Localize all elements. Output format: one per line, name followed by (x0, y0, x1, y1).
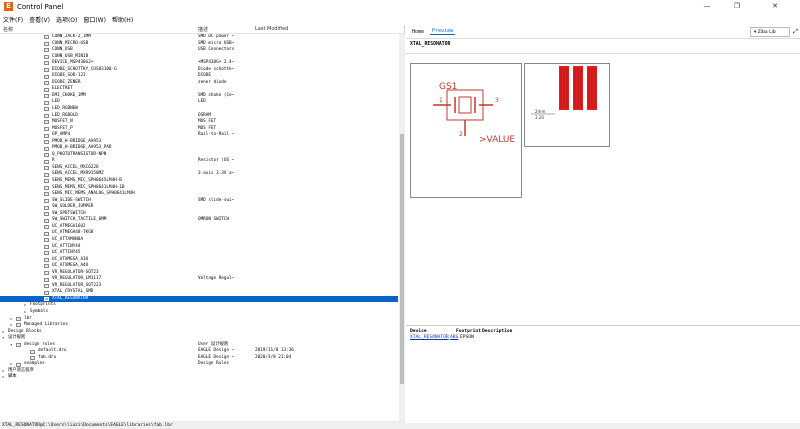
device-icon (44, 264, 49, 269)
device-icon (44, 257, 49, 262)
device-icon (44, 61, 49, 66)
device-icon (44, 126, 49, 131)
eagle-logo-icon: E (4, 2, 13, 11)
folder-icon (16, 316, 21, 321)
device-icon (44, 284, 49, 289)
device-icon (44, 172, 49, 177)
window-title: Control Panel (17, 2, 64, 11)
folder-icon (16, 343, 21, 347)
menu-options[interactable]: 选项(O) (55, 15, 78, 24)
device-icon (44, 153, 49, 158)
variants-table: Device Footprint Description XTAL_RESONA… (406, 325, 800, 421)
device-icon (44, 244, 49, 249)
symbol-value: >VALUE (479, 135, 515, 145)
device-icon (44, 218, 49, 223)
column-description[interactable]: 描述 (198, 26, 208, 33)
device-icon (44, 100, 49, 105)
divider (406, 53, 800, 54)
pin-2-label: 2 (459, 131, 463, 138)
folder-icon (16, 362, 21, 367)
device-icon (44, 54, 49, 59)
pkg-dimension-1: 2mm (535, 109, 545, 114)
tab-home[interactable]: Home (410, 29, 426, 35)
library-dropdown-value: Ziba Lib (757, 30, 776, 35)
tree-row-label: 脚本 (8, 374, 17, 380)
device-icon (44, 94, 49, 99)
tree-row[interactable]: ▸ 脚本 (0, 374, 398, 381)
menu-help[interactable]: 帮助(H) (111, 15, 134, 24)
pin-3-label: 3 (495, 97, 499, 104)
device-name: XTAL_RESONATOR (410, 42, 451, 47)
expand-arrow-icon[interactable]: ▸ (2, 374, 4, 381)
device-icon (44, 146, 49, 151)
device-icon (44, 120, 49, 125)
resonator-symbol-graphic: GS1 1 3 2 >VALUE (433, 82, 515, 145)
tab-preview[interactable]: Preview (430, 28, 456, 35)
symbol-preview: GS1 1 3 2 >VALUE (410, 63, 522, 198)
device-icon (44, 277, 49, 282)
device-icon (44, 198, 49, 203)
device-icon (44, 179, 49, 184)
menu-view[interactable]: 查看(V) (28, 15, 51, 24)
title-bar: E Control Panel — ❐ ✕ (0, 0, 800, 13)
device-icon (44, 225, 49, 230)
pin-1-label: 1 (439, 97, 443, 104)
device-icon (44, 68, 49, 73)
status-bar: XTAL_RESONATOR@C:\Users\liuzi\Documents\… (0, 423, 800, 429)
device-icon (44, 205, 49, 210)
device-icon (44, 231, 49, 236)
maximize-button[interactable]: ❐ (724, 0, 750, 13)
device-icon (44, 133, 49, 138)
folder-icon (30, 349, 35, 354)
footprint-preview: 2mm 3.20 (524, 63, 610, 147)
folder-icon (30, 356, 35, 361)
device-icon (44, 35, 49, 40)
column-last-modified[interactable]: Last Modified (255, 26, 288, 32)
minimize-button[interactable]: — (694, 0, 720, 13)
device-icon (44, 74, 49, 79)
library-tree: CONN_JACK-2_1MM SMD DC power ~ CONN_MICRO-… (0, 34, 398, 421)
footprint-graphic: 2mm 3.20 (531, 66, 597, 120)
column-name[interactable]: 名称 (3, 26, 13, 33)
device-icon (44, 159, 49, 164)
menu-window[interactable]: 窗口(W) (82, 15, 107, 24)
close-button[interactable]: ✕ (762, 0, 788, 13)
device-icon (44, 140, 49, 145)
device-icon (44, 192, 49, 197)
device-icon (44, 251, 49, 256)
device-icon (44, 185, 49, 190)
variant-description: EPSON (460, 335, 474, 340)
variant-footprint-link[interactable]: ABS (450, 335, 458, 340)
folder-icon (16, 323, 21, 328)
device-icon (44, 41, 49, 46)
device-icon (44, 81, 49, 86)
library-tree-panel: 名称 描述 Last Modified CONN_JACK-2_1MM SMD D… (0, 25, 405, 421)
device-icon (44, 212, 49, 217)
variants-header-description: Description (482, 329, 513, 334)
menu-bar: 文件(F) 查看(V) 选项(O) 窗口(W) 帮助(H) (0, 14, 136, 24)
preview-panel: Home Preview ▾ Ziba Lib ⤢ XTAL_RESONATOR… (406, 25, 800, 421)
scrollbar-thumb[interactable] (400, 134, 404, 384)
expand-icon[interactable]: ⤢ (792, 27, 799, 37)
tree-column-header: 名称 描述 Last Modified (0, 25, 404, 34)
variant-device-link[interactable]: XTAL_RESONATOR (410, 335, 449, 340)
device-icon (44, 238, 49, 243)
menu-file[interactable]: 文件(F) (2, 15, 24, 24)
device-icon (44, 107, 49, 112)
device-icon (44, 270, 49, 275)
device-icon (44, 166, 49, 171)
pkg-dimension-2: 3.20 (535, 115, 544, 120)
preview-tabs: Home Preview (406, 25, 800, 39)
tree-scrollbar[interactable] (399, 34, 405, 421)
variants-header-footprint: Footprint (456, 329, 481, 334)
device-icon (44, 113, 49, 118)
variants-header-device: Device (410, 329, 427, 334)
device-icon (44, 290, 49, 295)
device-icon (44, 87, 49, 92)
device-icon (44, 297, 49, 302)
library-dropdown[interactable]: ▾ Ziba Lib (750, 27, 790, 37)
device-icon (44, 48, 49, 53)
